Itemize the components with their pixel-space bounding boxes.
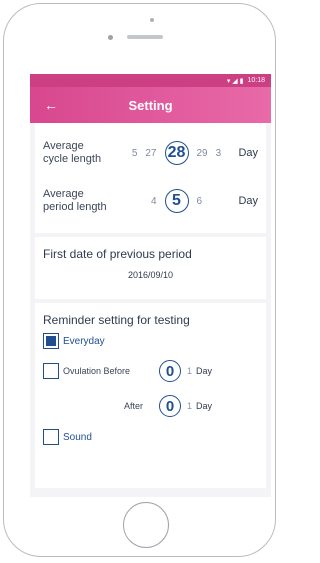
everyday-checkbox[interactable] [43, 333, 59, 349]
ovulation-before-label: Ovulation Before [63, 366, 131, 376]
reminder-title: Reminder setting for testing [43, 313, 190, 327]
after-unit: Day [196, 401, 213, 411]
reminder-card: Reminder setting for testing Everyday Ov… [35, 303, 266, 488]
cycle-option[interactable]: 5 [132, 148, 138, 159]
ovulation-before-value[interactable]: 0 [159, 360, 181, 382]
sound-option[interactable]: Sound [43, 429, 258, 445]
first-date-title: First date of previous period [43, 247, 192, 261]
ovulation-before-unit: Day [196, 366, 213, 376]
cycle-length-row: Average cycle length 5 27 28 29 3 Day [43, 129, 258, 177]
after-row: After 0 1 Day [43, 395, 258, 417]
home-button[interactable] [123, 502, 169, 548]
phone-frame: ▾ ◢ ▮ 10:18 ← Setting Average cycle leng… [3, 3, 276, 557]
after-value[interactable]: 0 [159, 395, 181, 417]
cycle-option[interactable]: 29 [197, 148, 208, 159]
period-unit: Day [238, 195, 258, 207]
everyday-label: Everyday [63, 335, 105, 347]
camera-icon [150, 18, 154, 22]
first-date-value[interactable]: 2016/09/10 [43, 270, 258, 280]
cycle-length-label: Average cycle length [43, 140, 119, 166]
speaker-grille [127, 35, 163, 39]
page-title: Setting [128, 97, 173, 113]
cycle-option[interactable]: 27 [145, 148, 156, 159]
period-length-row: Average period length 4 5 6 Day [43, 177, 258, 225]
cycle-unit: Day [238, 147, 258, 159]
ovulation-checkbox[interactable] [43, 363, 59, 379]
period-selected-value[interactable]: 5 [164, 189, 189, 213]
period-length-picker[interactable]: 4 5 6 [119, 189, 234, 213]
cycle-label-line1: Average [43, 140, 84, 152]
after-next[interactable]: 1 [187, 401, 192, 411]
cycle-length-picker[interactable]: 5 27 28 29 3 [119, 141, 234, 165]
status-time: 10:18 [247, 77, 265, 84]
period-label-line1: Average [43, 188, 84, 200]
back-arrow-icon[interactable]: ← [44, 94, 58, 116]
period-length-label: Average period length [43, 188, 119, 214]
status-bar: ▾ ◢ ▮ 10:18 [30, 74, 271, 87]
sound-label: Sound [63, 431, 92, 443]
proximity-sensor [108, 35, 113, 40]
app-bar: ← Setting [30, 87, 271, 123]
everyday-option[interactable]: Everyday [43, 333, 258, 349]
cycle-option[interactable]: 3 [216, 148, 222, 159]
ovulation-before-next[interactable]: 1 [187, 366, 192, 376]
sound-checkbox[interactable] [43, 429, 59, 445]
ovulation-before-row: Ovulation Before 0 1 Day [43, 360, 258, 382]
cycle-selected-value[interactable]: 28 [164, 141, 189, 165]
first-date-card: First date of previous period 2016/09/10 [35, 237, 266, 299]
period-option[interactable]: 6 [197, 196, 203, 207]
cycle-settings-card: Average cycle length 5 27 28 29 3 Day Av… [35, 123, 266, 233]
status-icons: ▾ ◢ ▮ [226, 77, 244, 85]
app-screen: ▾ ◢ ▮ 10:18 ← Setting Average cycle leng… [30, 74, 271, 497]
after-label: After [123, 401, 143, 411]
cycle-label-line2: cycle length [43, 153, 102, 165]
period-label-line2: period length [43, 201, 107, 213]
period-option[interactable]: 4 [151, 196, 157, 207]
